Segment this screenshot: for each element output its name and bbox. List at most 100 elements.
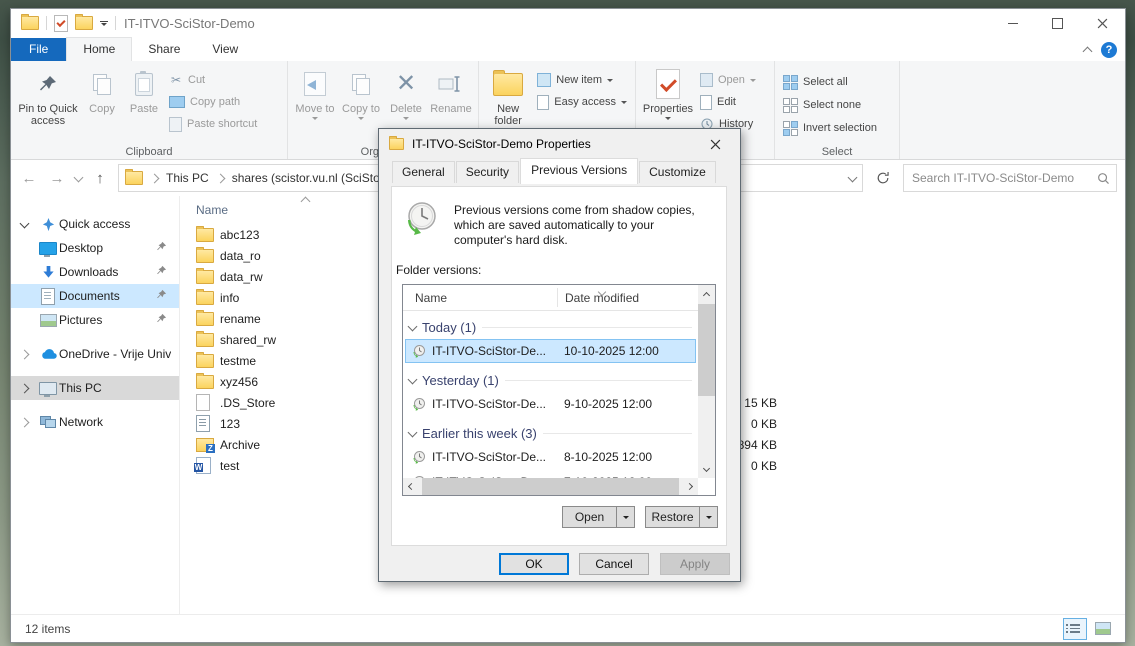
refresh-icon[interactable]: [871, 165, 895, 191]
paste-shortcut-button[interactable]: Paste shortcut: [165, 114, 261, 134]
scrollbar-thumb[interactable]: [422, 478, 679, 495]
breadcrumb-chevron-icon: [215, 173, 225, 183]
breadcrumb-this-pc[interactable]: This PC: [166, 171, 209, 185]
tab-home[interactable]: Home: [66, 37, 132, 61]
select-all-button[interactable]: Select all: [779, 72, 881, 92]
group-collapse-icon[interactable]: [408, 374, 418, 384]
open-dropdown-icon[interactable]: [616, 507, 634, 527]
folder-icon: [196, 375, 214, 389]
group-today[interactable]: Today (1): [403, 316, 698, 338]
invert-selection-button[interactable]: Invert selection: [779, 118, 881, 138]
version-clock-icon: [406, 397, 432, 411]
properties-qat-icon[interactable]: [54, 15, 68, 32]
select-none-button[interactable]: Select none: [779, 95, 881, 115]
collapse-ribbon-icon[interactable]: [1083, 47, 1093, 57]
sidebar-item-quick-access[interactable]: Quick access: [11, 212, 179, 236]
move-to-button[interactable]: Move to: [292, 64, 338, 120]
scroll-left-icon[interactable]: [408, 483, 415, 490]
new-folder-icon: [493, 67, 523, 101]
search-input[interactable]: [910, 170, 1097, 186]
expander-icon[interactable]: [19, 349, 29, 359]
sidebar-item-this-pc[interactable]: This PC: [11, 376, 179, 400]
recent-locations-icon[interactable]: [74, 172, 84, 182]
version-row[interactable]: IT-ITVO-SciStor-De... 7-10-2025 12:00: [405, 470, 696, 478]
tab-view[interactable]: View: [196, 38, 254, 61]
cut-button[interactable]: ✂ Cut: [165, 70, 261, 90]
scrollbar-thumb[interactable]: [698, 304, 715, 396]
open-button[interactable]: Open: [696, 70, 760, 90]
column-name[interactable]: Name: [403, 291, 557, 305]
sidebar-item-network[interactable]: Network: [11, 410, 179, 434]
tab-share[interactable]: Share: [132, 38, 196, 61]
address-dropdown-icon[interactable]: [848, 172, 858, 182]
sidebar-item-downloads[interactable]: Downloads: [11, 260, 179, 284]
up-icon[interactable]: ↑: [90, 170, 110, 187]
copy-button[interactable]: Copy: [81, 64, 123, 115]
scroll-up-icon[interactable]: [703, 291, 710, 298]
group-collapse-icon[interactable]: [408, 321, 418, 331]
new-item-button[interactable]: New item: [533, 70, 631, 90]
minimize-button[interactable]: [990, 9, 1035, 37]
group-yesterday[interactable]: Yesterday (1): [403, 369, 698, 391]
forward-icon[interactable]: →: [47, 170, 67, 187]
back-icon[interactable]: ←: [19, 170, 39, 187]
new-folder-qat-icon[interactable]: [75, 16, 93, 30]
new-folder-button[interactable]: New folder: [483, 64, 533, 127]
restore-dropdown-icon[interactable]: [699, 507, 717, 527]
select-none-icon: [783, 98, 798, 113]
folder-icon: [196, 249, 214, 263]
copy-to-button[interactable]: Copy to: [338, 64, 384, 120]
restore-version-button[interactable]: Restore: [645, 506, 718, 528]
scroll-down-icon[interactable]: [703, 465, 710, 472]
sidebar-item-pictures[interactable]: Pictures: [11, 308, 179, 332]
tab-security[interactable]: Security: [456, 161, 519, 183]
version-row[interactable]: IT-ITVO-SciStor-De... 8-10-2025 12:00: [405, 445, 696, 469]
easy-access-button[interactable]: Easy access: [533, 92, 631, 112]
horizontal-scrollbar[interactable]: [403, 478, 698, 495]
qat-customize-icon[interactable]: [100, 21, 108, 26]
tab-file[interactable]: File: [11, 38, 66, 61]
vertical-scrollbar[interactable]: [698, 285, 715, 478]
folder-versions-label: Folder versions:: [396, 263, 481, 277]
version-row[interactable]: IT-ITVO-SciStor-De... 9-10-2025 12:00: [405, 392, 696, 416]
pin-to-quick-access-button[interactable]: Pin to Quick access: [15, 64, 81, 127]
tab-previous-versions[interactable]: Previous Versions: [520, 158, 638, 184]
details-view-button[interactable]: [1063, 618, 1087, 640]
delete-button[interactable]: ✕ Delete: [384, 64, 428, 120]
expander-icon[interactable]: [19, 218, 29, 228]
expander-icon[interactable]: [19, 383, 29, 393]
ribbon-group-clipboard: Pin to Quick access Copy Paste ✂ Cut Cop…: [11, 61, 288, 159]
sidebar-item-onedrive[interactable]: OneDrive - Vrije Univ: [11, 342, 179, 366]
breadcrumb-shares[interactable]: shares (scistor.vu.nl (SciStor)): [232, 171, 392, 185]
pictures-icon: [37, 314, 59, 327]
paste-button[interactable]: Paste: [123, 64, 165, 115]
help-icon[interactable]: ?: [1101, 42, 1117, 58]
tab-customize[interactable]: Customize: [639, 161, 716, 183]
dialog-close-icon[interactable]: [700, 132, 730, 156]
copy-path-button[interactable]: Copy path: [165, 92, 261, 112]
group-earlier-this-week[interactable]: Earlier this week (3): [403, 422, 698, 444]
ok-button[interactable]: OK: [499, 553, 569, 575]
expander-icon[interactable]: [19, 417, 29, 427]
thumbnail-view-button[interactable]: [1091, 618, 1115, 640]
version-row[interactable]: IT-ITVO-SciStor-De... 10-10-2025 12:00: [405, 339, 696, 363]
group-collapse-icon[interactable]: [408, 427, 418, 437]
close-button[interactable]: [1080, 9, 1125, 37]
rename-button[interactable]: Rename: [428, 64, 474, 115]
properties-button[interactable]: Properties: [640, 64, 696, 120]
sidebar-item-desktop[interactable]: Desktop: [11, 236, 179, 260]
scroll-right-icon[interactable]: [686, 483, 693, 490]
maximize-button[interactable]: [1035, 9, 1080, 37]
tab-general[interactable]: General: [392, 161, 455, 183]
open-version-button[interactable]: Open: [562, 506, 635, 528]
edit-button[interactable]: Edit: [696, 92, 760, 112]
cancel-button[interactable]: Cancel: [579, 553, 649, 575]
column-date-modified[interactable]: Date modified: [557, 291, 639, 305]
apply-button[interactable]: Apply: [660, 553, 730, 575]
cut-icon: ✂: [169, 73, 183, 87]
invert-selection-icon: [783, 121, 798, 136]
sidebar-item-documents[interactable]: Documents: [11, 284, 179, 308]
paste-shortcut-icon: [169, 117, 182, 132]
search-box[interactable]: [903, 164, 1117, 192]
dialog-title-bar: IT-ITVO-SciStor-Demo Properties: [379, 129, 740, 159]
